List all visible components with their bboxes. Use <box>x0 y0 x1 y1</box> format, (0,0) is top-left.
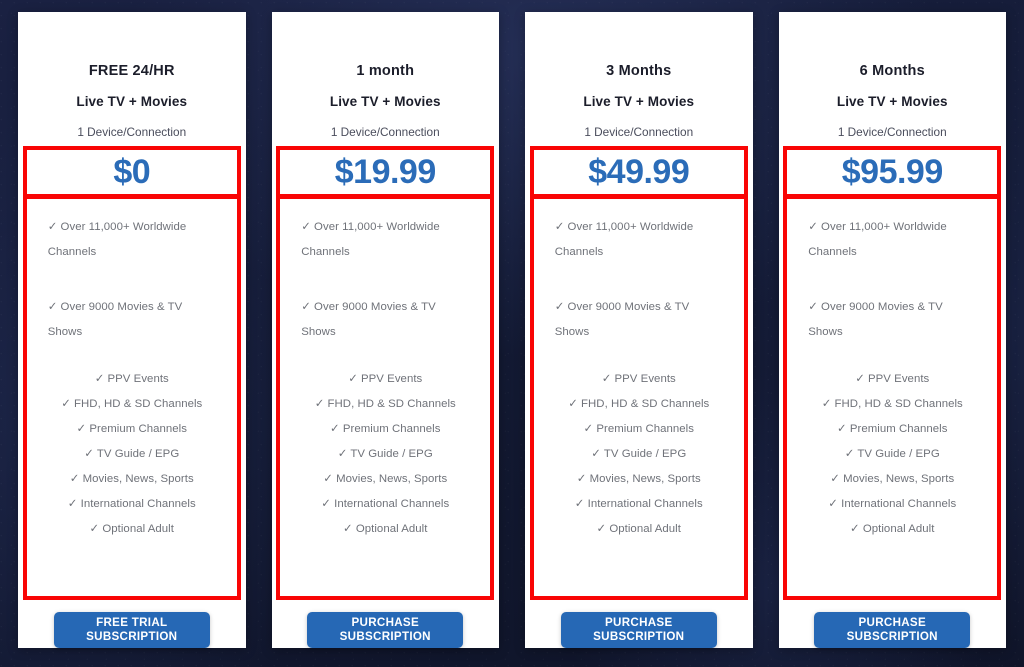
feature-item: ✓ Over 11,000+ Worldwide Channels <box>301 221 440 258</box>
plan-price: $0 <box>113 153 151 191</box>
plan-subtitle: Live TV + Movies <box>329 94 441 109</box>
cta-line-2: SUBSCRIPTION <box>593 630 685 643</box>
feature-item: ✓ Over 11,000+ Worldwide Channels <box>554 221 694 258</box>
plan-devices: 1 Device/Connection <box>330 125 440 139</box>
subscribe-button[interactable]: FREE TRIAL SUBSCRIPTION <box>53 612 210 648</box>
pricing-card-6-months[interactable]: 6 Months Live TV + Movies 1 Device/Conne… <box>778 12 1006 648</box>
feature-item: ✓ Over 9000 Movies & TV Shows <box>47 301 183 338</box>
plan-features-region: ✓ Over 11,000+ Worldwide Channels ✓ Over… <box>276 195 495 600</box>
plan-features-region: ✓ Over 11,000+ Worldwide Channels ✓ Over… <box>22 195 241 600</box>
pricing-card-free-24hr[interactable]: FREE 24/HR Live TV + Movies 1 Device/Con… <box>18 12 246 648</box>
feature-item: ✓ PPV Events <box>348 373 423 385</box>
pricing-plan-grid: FREE 24/HR Live TV + Movies 1 Device/Con… <box>18 12 1006 648</box>
cta-line-1: PURCHASE <box>605 616 673 629</box>
pricing-card-1-month[interactable]: 1 month Live TV + Movies 1 Device/Connec… <box>271 12 499 648</box>
cta-line-2: SUBSCRIPTION <box>846 630 938 643</box>
plan-features-region: ✓ Over 11,000+ Worldwide Channels ✓ Over… <box>529 195 748 600</box>
feature-item: ✓ Optional Adult <box>89 523 174 535</box>
cta-line-1: FREE TRIAL <box>96 616 168 629</box>
plan-price-region: $0 <box>22 146 241 198</box>
plan-title: 1 month <box>356 63 415 79</box>
feature-item: ✓ Movies, News, Sports <box>69 473 194 485</box>
feature-item: ✓ FHD, HD & SD Channels <box>568 398 710 410</box>
feature-item: ✓ International Channels <box>828 498 957 510</box>
cta-line-1: PURCHASE <box>858 616 926 629</box>
feature-item: ✓ PPV Events <box>601 373 676 385</box>
feature-item: ✓ Premium Channels <box>583 423 694 435</box>
feature-spacer <box>804 345 980 367</box>
feature-item: ✓ International Channels <box>321 498 450 510</box>
feature-item: ✓ PPV Events <box>94 373 169 385</box>
feature-item: ✓ FHD, HD & SD Channels <box>821 398 963 410</box>
cta-line-2: SUBSCRIPTION <box>86 630 178 643</box>
feature-item: ✓ Movies, News, Sports <box>576 473 701 485</box>
plan-subtitle: Live TV + Movies <box>583 94 695 109</box>
subscribe-button[interactable]: PURCHASE SUBSCRIPTION <box>307 612 464 648</box>
feature-spacer <box>804 265 980 295</box>
subscribe-button[interactable]: PURCHASE SUBSCRIPTION <box>814 612 971 648</box>
subscribe-button[interactable]: PURCHASE SUBSCRIPTION <box>560 612 717 648</box>
feature-item: ✓ TV Guide / EPG <box>337 448 433 460</box>
plan-price-region: $49.99 <box>529 146 748 198</box>
feature-spacer <box>44 265 220 295</box>
feature-item: ✓ Premium Channels <box>330 423 441 435</box>
feature-item: ✓ Movies, News, Sports <box>323 473 448 485</box>
plan-devices: 1 Device/Connection <box>584 125 694 139</box>
feature-spacer <box>551 345 727 367</box>
plan-devices: 1 Device/Connection <box>77 125 187 139</box>
feature-item: ✓ TV Guide / EPG <box>844 448 940 460</box>
plan-price: $19.99 <box>334 153 437 191</box>
cta-line-1: PURCHASE <box>351 616 419 629</box>
feature-item: ✓ Optional Adult <box>596 523 681 535</box>
plan-price: $49.99 <box>588 153 690 191</box>
plan-subtitle: Live TV + Movies <box>836 94 948 109</box>
feature-item: ✓ Over 11,000+ Worldwide Channels <box>808 221 947 258</box>
plan-title: FREE 24/HR <box>88 63 175 79</box>
feature-spacer <box>297 345 473 367</box>
feature-spacer <box>297 265 473 295</box>
plan-title: 6 Months <box>859 63 925 79</box>
plan-price-region: $95.99 <box>783 146 1002 198</box>
plan-title: 3 Months <box>606 63 672 79</box>
feature-item: ✓ Movies, News, Sports <box>830 473 955 485</box>
feature-item: ✓ Over 9000 Movies & TV Shows <box>554 301 690 338</box>
pricing-card-3-months[interactable]: 3 Months Live TV + Movies 1 Device/Conne… <box>525 12 753 648</box>
plan-features-region: ✓ Over 11,000+ Worldwide Channels ✓ Over… <box>783 195 1002 600</box>
feature-spacer <box>44 345 220 367</box>
feature-item: ✓ TV Guide / EPG <box>84 448 180 460</box>
feature-item: ✓ Optional Adult <box>850 523 935 535</box>
feature-item: ✓ Premium Channels <box>76 423 187 435</box>
feature-item: ✓ FHD, HD & SD Channels <box>61 398 203 410</box>
feature-item: ✓ Over 9000 Movies & TV Shows <box>301 301 436 338</box>
feature-item: ✓ TV Guide / EPG <box>591 448 687 460</box>
feature-item: ✓ Premium Channels <box>837 423 948 435</box>
plan-price-region: $19.99 <box>276 146 495 198</box>
feature-item: ✓ International Channels <box>574 498 703 510</box>
feature-item: ✓ Over 11,000+ Worldwide Channels <box>47 221 187 258</box>
plan-price: $95.99 <box>841 153 944 191</box>
cta-line-2: SUBSCRIPTION <box>339 630 431 643</box>
feature-item: ✓ International Channels <box>67 498 196 510</box>
feature-spacer <box>551 265 727 295</box>
feature-item: ✓ Optional Adult <box>343 523 428 535</box>
plan-devices: 1 Device/Connection <box>837 125 947 139</box>
plan-subtitle: Live TV + Movies <box>76 94 188 109</box>
feature-item: ✓ FHD, HD & SD Channels <box>314 398 456 410</box>
feature-item: ✓ Over 9000 Movies & TV Shows <box>808 301 943 338</box>
feature-item: ✓ PPV Events <box>855 373 930 385</box>
